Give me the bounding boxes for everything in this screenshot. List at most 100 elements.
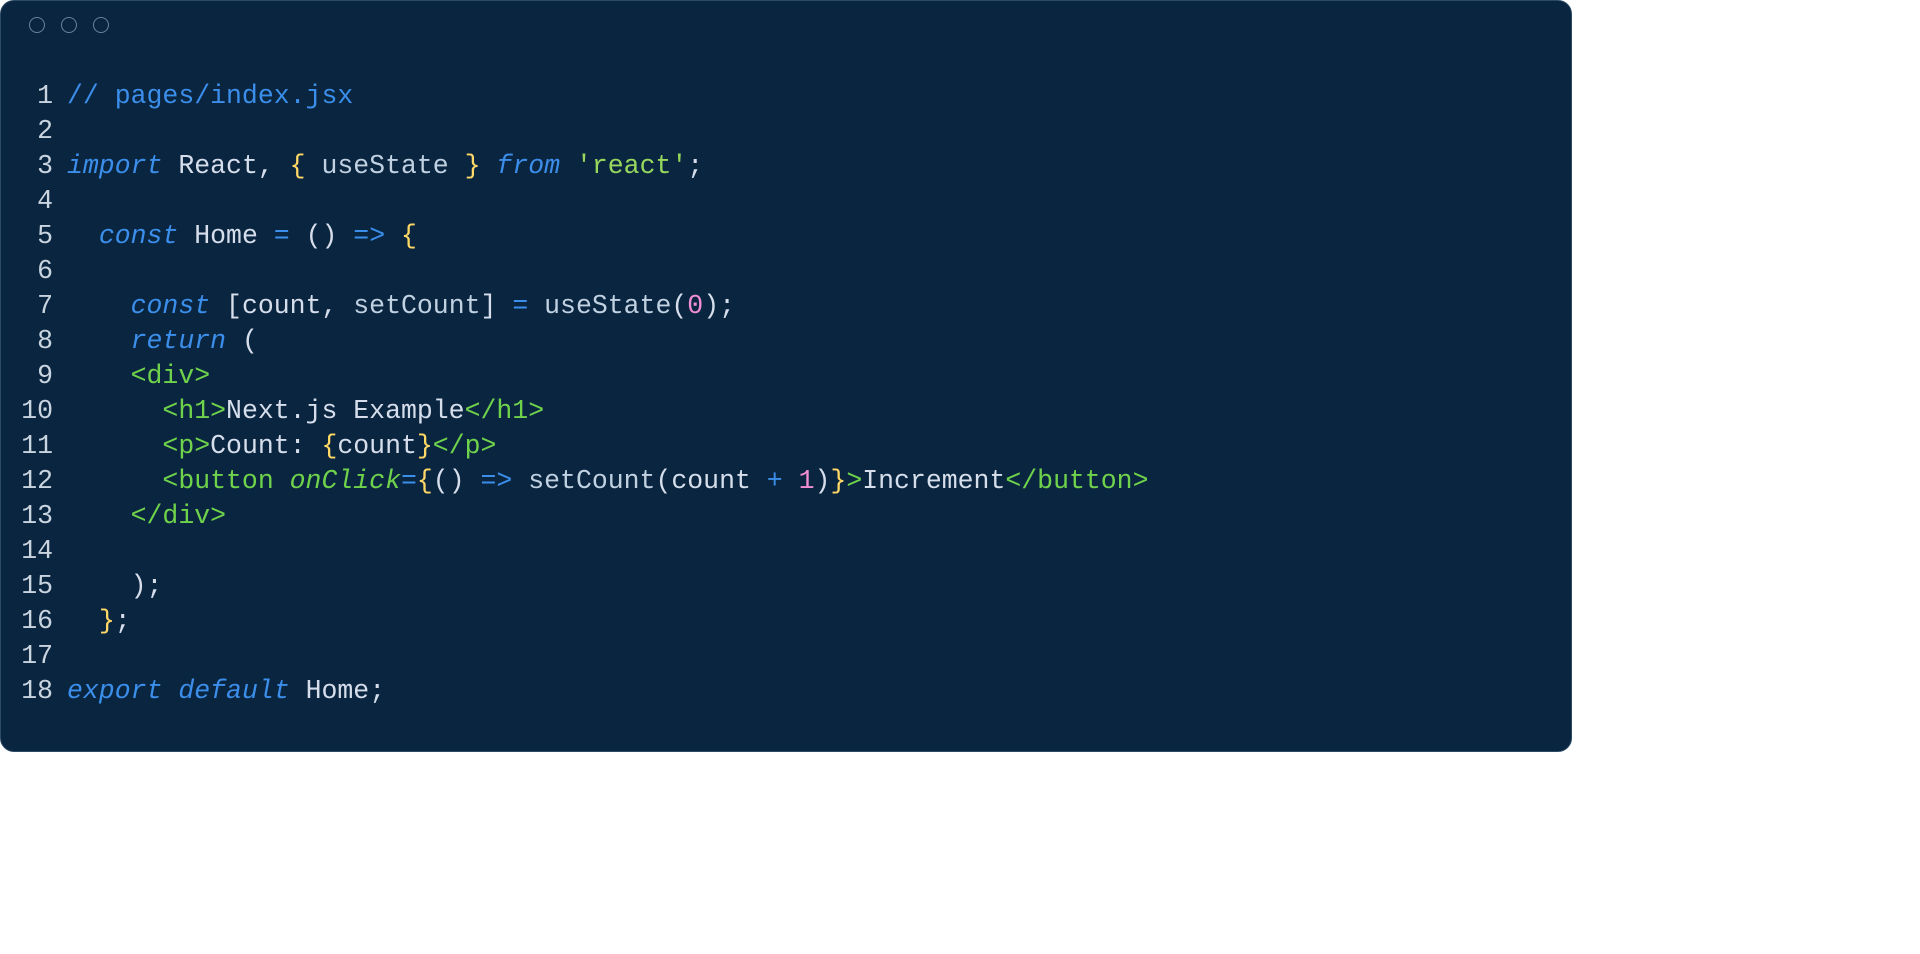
line-number: 18: [19, 674, 53, 709]
token: ): [321, 221, 337, 251]
token: [226, 326, 242, 356]
token: <p>: [162, 431, 210, 461]
token: const: [99, 221, 179, 251]
token: (: [671, 291, 687, 321]
token: [512, 466, 528, 496]
token: [783, 466, 799, 496]
code-content[interactable]: import React, { useState } from 'react';: [67, 149, 1553, 184]
token: [449, 151, 465, 181]
token: [306, 151, 322, 181]
indent: [67, 396, 162, 426]
token: ;: [687, 151, 703, 181]
code-line[interactable]: 12 <button onClick={() => setCount(count…: [19, 464, 1553, 499]
token: useState: [321, 151, 448, 181]
token: [528, 291, 544, 321]
code-content[interactable]: return (: [67, 324, 1553, 359]
code-line[interactable]: 6: [19, 254, 1553, 289]
indent: [67, 291, 131, 321]
token: }: [830, 466, 846, 496]
code-line[interactable]: 8 return (: [19, 324, 1553, 359]
line-number: 16: [19, 604, 53, 639]
token: =: [401, 466, 417, 496]
token: ;: [147, 571, 163, 601]
token: }: [465, 151, 481, 181]
code-content[interactable]: <div>: [67, 359, 1553, 394]
token: ,: [321, 291, 353, 321]
token: [290, 676, 306, 706]
code-content[interactable]: <h1>Next.js Example</h1>: [67, 394, 1553, 429]
code-line[interactable]: 18 export default Home;: [19, 674, 1553, 709]
code-content[interactable]: export default Home;: [67, 674, 1553, 709]
token: ,: [258, 151, 290, 181]
token: Home: [306, 676, 370, 706]
line-number: 8: [19, 324, 53, 359]
token: Increment: [862, 466, 1005, 496]
line-number: 3: [19, 149, 53, 184]
token: (: [242, 326, 258, 356]
code-content[interactable]: // pages/index.jsx: [67, 79, 1553, 114]
token: 1: [799, 466, 815, 496]
minimize-icon[interactable]: [61, 17, 77, 33]
code-area[interactable]: 1 // pages/index.jsx23 import React, { use…: [1, 49, 1571, 729]
token: =: [512, 291, 528, 321]
code-content[interactable]: );: [67, 569, 1553, 604]
token: import: [67, 151, 162, 181]
token: [290, 221, 306, 251]
code-line[interactable]: 11 <p>Count: {count}</p>: [19, 429, 1553, 464]
token: =>: [353, 221, 385, 251]
code-content[interactable]: <button onClick={() => setCount(count + …: [67, 464, 1553, 499]
code-line[interactable]: 17: [19, 639, 1553, 674]
token: [465, 466, 481, 496]
code-content[interactable]: };: [67, 604, 1553, 639]
code-content[interactable]: const [count, setCount] = useState(0);: [67, 289, 1553, 324]
code-content[interactable]: </div>: [67, 499, 1553, 534]
token: {: [290, 151, 306, 181]
code-line[interactable]: 15 );: [19, 569, 1553, 604]
token: <button: [162, 466, 273, 496]
token: ]: [481, 291, 497, 321]
token: {: [417, 466, 433, 496]
indent: [67, 606, 99, 636]
token: return: [131, 326, 226, 356]
token: }: [417, 431, 433, 461]
code-line[interactable]: 14: [19, 534, 1553, 569]
code-content[interactable]: const Home = () => {: [67, 219, 1553, 254]
code-line[interactable]: 2: [19, 114, 1553, 149]
token: // pages/index.jsx: [67, 81, 353, 111]
token: [178, 221, 194, 251]
code-line[interactable]: 10 <h1>Next.js Example</h1>: [19, 394, 1553, 429]
code-line[interactable]: 1 // pages/index.jsx: [19, 79, 1553, 114]
code-line[interactable]: 9 <div>: [19, 359, 1553, 394]
window-titlebar: [1, 1, 1571, 49]
token: [210, 291, 226, 321]
token: [481, 151, 497, 181]
token: export: [67, 676, 162, 706]
close-icon[interactable]: [29, 17, 45, 33]
token: [274, 466, 290, 496]
maximize-icon[interactable]: [93, 17, 109, 33]
code-editor-window: 1 // pages/index.jsx23 import React, { use…: [0, 0, 1572, 752]
token: [496, 291, 512, 321]
code-content[interactable]: <p>Count: {count}</p>: [67, 429, 1553, 464]
indent: [67, 571, 131, 601]
code-line[interactable]: 4: [19, 184, 1553, 219]
token: useState: [544, 291, 671, 321]
indent: [67, 501, 131, 531]
code-line[interactable]: 13 </div>: [19, 499, 1553, 534]
token: ): [131, 571, 147, 601]
token: }: [99, 606, 115, 636]
token: onClick: [290, 466, 401, 496]
line-number: 1: [19, 79, 53, 114]
token: </button>: [1005, 466, 1148, 496]
code-line[interactable]: 5 const Home = () => {: [19, 219, 1553, 254]
code-line[interactable]: 16 };: [19, 604, 1553, 639]
token: count: [242, 291, 322, 321]
code-line[interactable]: 7 const [count, setCount] = useState(0);: [19, 289, 1553, 324]
line-number: 17: [19, 639, 53, 674]
token: ): [449, 466, 465, 496]
token: <div>: [131, 361, 211, 391]
token: {: [401, 221, 417, 251]
line-number: 10: [19, 394, 53, 429]
code-line[interactable]: 3 import React, { useState } from 'react'…: [19, 149, 1553, 184]
token: default: [178, 676, 289, 706]
